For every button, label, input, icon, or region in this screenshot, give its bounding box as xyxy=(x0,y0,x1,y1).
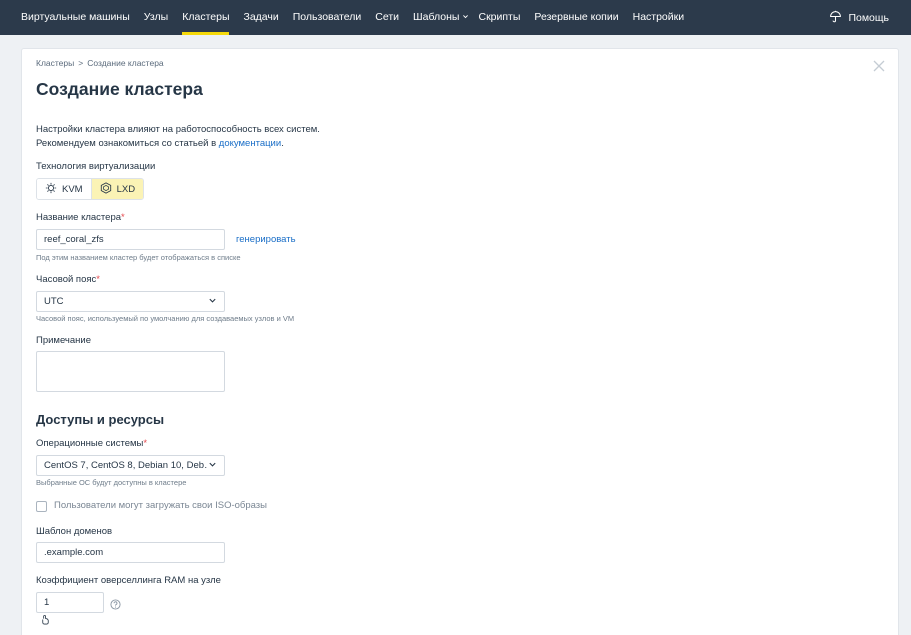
nav-item-label: Резервные копии xyxy=(534,11,619,23)
timezone-label-text: Часовой пояс xyxy=(36,274,97,285)
os-select[interactable]: CentOS 7, CentOS 8, Debian 10, Deb… xyxy=(36,455,225,476)
note-label: Примечание xyxy=(36,335,91,346)
help-button[interactable]: Помощь xyxy=(829,0,889,35)
virtualization-option-label: LXD xyxy=(116,183,136,195)
close-icon xyxy=(872,60,886,77)
virtualization-selector: KVM LXD xyxy=(36,178,145,200)
ram-overselling-label: Коэффициент оверселлинга RAM на узле xyxy=(36,575,221,586)
question-icon[interactable] xyxy=(110,597,121,615)
lifebuoy-icon xyxy=(829,10,842,26)
nav-item-templates[interactable]: Шаблоны xyxy=(406,0,471,35)
required-mark: * xyxy=(96,274,100,285)
virtualization-option-kvm[interactable]: KVM xyxy=(37,179,91,199)
nav-item-users[interactable]: Пользователи xyxy=(286,0,369,35)
os-label: Операционные системы* xyxy=(36,438,147,449)
generate-name-link[interactable]: генерировать xyxy=(236,234,296,245)
domain-template-label: Шаблон доменов xyxy=(36,526,113,537)
chevron-down-icon xyxy=(208,296,217,308)
note-textarea[interactable] xyxy=(36,351,225,392)
breadcrumb: Кластеры > Создание кластера xyxy=(36,58,164,68)
virtualization-option-label: KVM xyxy=(62,183,83,195)
required-mark: * xyxy=(121,212,125,223)
breadcrumb-current: Создание кластера xyxy=(87,58,164,68)
top-navigation: Виртуальные машины Узлы Кластеры Задачи … xyxy=(0,0,911,35)
documentation-link[interactable]: документации xyxy=(219,138,281,149)
nav-item-label: Пользователи xyxy=(292,11,362,23)
iso-upload-checkbox[interactable] xyxy=(36,501,47,512)
create-cluster-card: Кластеры > Создание кластера Создание кл… xyxy=(21,48,899,635)
nav-item-backups[interactable]: Резервные копии xyxy=(527,0,625,35)
cluster-name-label: Название кластера* xyxy=(36,212,125,223)
nav-item-label: Кластеры xyxy=(182,11,230,23)
nav-item-label: Задачи xyxy=(243,11,279,23)
timezone-select[interactable]: UTC xyxy=(36,291,225,312)
nav-item-label: Шаблоны xyxy=(413,11,460,23)
lxd-icon xyxy=(100,181,112,197)
timezone-value: UTC xyxy=(44,296,64,307)
cluster-name-value: reef_coral_zfs xyxy=(44,234,104,245)
domain-template-value: .example.com xyxy=(44,547,104,558)
nav-item-networks[interactable]: Сети xyxy=(368,0,406,35)
close-button[interactable] xyxy=(872,59,886,73)
required-mark: * xyxy=(143,438,148,449)
kvm-icon xyxy=(45,182,57,197)
cluster-name-label-text: Название кластера xyxy=(36,212,122,223)
chevron-down-icon xyxy=(462,0,469,35)
cluster-name-input[interactable]: reef_coral_zfs xyxy=(36,229,225,250)
breadcrumb-clusters-link[interactable]: Кластеры xyxy=(36,58,74,68)
domain-template-input[interactable]: .example.com xyxy=(36,542,225,563)
nav-item-label: Сети xyxy=(375,11,400,23)
access-section-title: Доступы и ресурсы xyxy=(36,412,165,427)
breadcrumb-separator: > xyxy=(78,58,84,68)
os-label-text: Операционные системы xyxy=(36,438,144,449)
iso-upload-label[interactable]: Пользователи могут загружать свои ISO-об… xyxy=(54,500,267,511)
os-hint: Выбранные ОС будут доступны в кластере xyxy=(36,478,187,487)
info-line-2-prefix: Рекомендуем ознакомиться со статьей в xyxy=(36,138,219,149)
nav-item-tasks[interactable]: Задачи xyxy=(236,0,285,35)
nav-item-virtual-machines[interactable]: Виртуальные машины xyxy=(0,0,137,35)
ram-overselling-input[interactable]: 1 xyxy=(36,592,104,613)
timezone-hint: Часовой пояс, используемый по умолчанию … xyxy=(36,314,295,323)
page-title: Создание кластера xyxy=(36,79,203,99)
nav-item-label: Скрипты xyxy=(478,11,521,23)
os-value: CentOS 7, CentOS 8, Debian 10, Deb… xyxy=(44,460,208,471)
mouse-cursor-icon xyxy=(40,612,51,630)
info-line-1: Настройки кластера влияют на работоспосо… xyxy=(36,124,320,135)
chevron-down-icon xyxy=(208,460,217,472)
help-label: Помощь xyxy=(848,11,889,24)
nav-item-clusters[interactable]: Кластеры xyxy=(175,0,236,35)
info-line-2-suffix: . xyxy=(281,138,284,149)
timezone-label: Часовой пояс* xyxy=(36,274,100,285)
nav-item-label: Настройки xyxy=(632,11,685,23)
cluster-name-hint: Под этим названием кластер будет отображ… xyxy=(36,253,241,262)
nav-item-label: Узлы xyxy=(143,11,169,23)
nav-item-label: Виртуальные машины xyxy=(21,11,130,23)
nav-item-settings[interactable]: Настройки xyxy=(626,0,692,35)
ram-overselling-value: 1 xyxy=(44,597,50,608)
virtualization-option-lxd[interactable]: LXD xyxy=(90,179,144,199)
info-line-2: Рекомендуем ознакомиться со статьей в до… xyxy=(36,137,320,151)
nav-item-scripts[interactable]: Скрипты xyxy=(471,0,527,35)
virtualization-label: Технология виртуализации xyxy=(36,161,156,172)
nav-item-nodes[interactable]: Узлы xyxy=(137,0,175,35)
info-text: Настройки кластера влияют на работоспосо… xyxy=(36,123,320,151)
